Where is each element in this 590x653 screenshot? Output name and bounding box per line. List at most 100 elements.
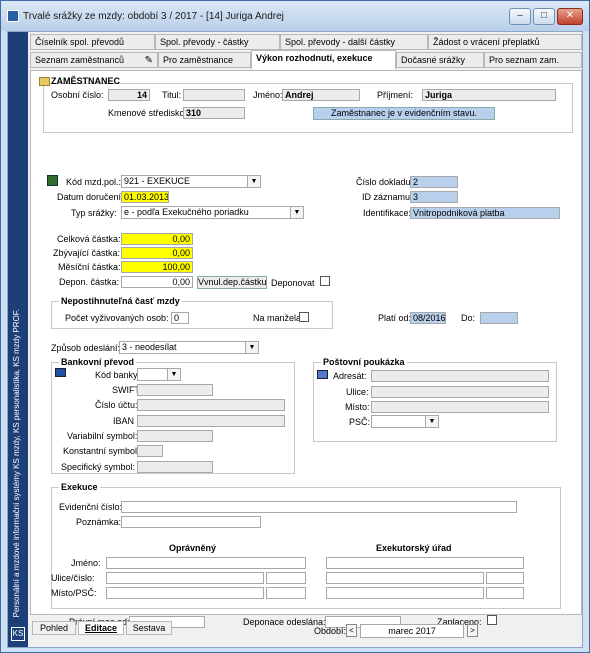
depon-field[interactable]: 0,00 xyxy=(121,276,193,288)
postal-misto-field[interactable] xyxy=(371,401,549,413)
cislo-dokladu-label: Číslo dokladu: xyxy=(356,177,414,187)
opravneny-jmeno-field[interactable] xyxy=(106,557,306,569)
do-label: Do: xyxy=(461,313,476,323)
prijmeni-label: Příjmení: xyxy=(377,90,414,100)
tab-pro-zamestnance[interactable]: Pro zaměstnance xyxy=(158,52,251,68)
identifikace-field[interactable]: Vnitropodniková platba xyxy=(410,207,560,219)
tab-vykon-rozhodnuti[interactable]: Výkon rozhodnutí, exekuce xyxy=(251,50,396,70)
opravneny-misto-label: Místo/PSČ: xyxy=(51,588,97,598)
celkova-label: Celková částka: xyxy=(57,234,121,244)
zpusob-label: Způsob odeslání: xyxy=(51,343,121,353)
konst-symbol-field[interactable] xyxy=(137,445,163,457)
tab-sestava[interactable]: Sestava xyxy=(126,621,172,635)
titul-field[interactable] xyxy=(183,89,245,101)
var-symbol-field[interactable] xyxy=(137,430,213,442)
iban-label: IBAN : xyxy=(113,416,140,426)
deponovat-checkbox[interactable] xyxy=(320,276,330,286)
osobni-cislo-field[interactable]: 14 xyxy=(108,89,150,101)
manzela-checkbox[interactable] xyxy=(299,312,309,322)
mesicni-field[interactable]: 100,00 xyxy=(121,261,193,273)
employee-status-button[interactable]: Zaměstnanec je v evidenčním stavu. xyxy=(313,107,495,120)
cislo-uctu-label: Číslo účtu: xyxy=(95,400,138,410)
urad-psc-field[interactable] xyxy=(486,587,524,599)
zpusob-value: 3 - neodesílat xyxy=(122,342,177,352)
chevron-down-icon: ▼ xyxy=(247,176,260,187)
cislo-uctu-field[interactable] xyxy=(137,399,285,411)
form-panel: ZAMĚSTNANEC Osobní číslo: 14 Titul: Jmén… xyxy=(30,70,582,628)
minimize-button[interactable]: – xyxy=(509,8,531,25)
typ-select[interactable]: e - podľa Exekučného poriadku ▼ xyxy=(121,206,304,219)
celkova-field[interactable]: 0,00 xyxy=(121,233,193,245)
cislo-dokladu-field[interactable]: 2 xyxy=(410,176,458,188)
postal-ulice-field[interactable] xyxy=(371,386,549,398)
prev-period-button[interactable]: < xyxy=(346,624,357,637)
tab-spol-prevody-castky[interactable]: Spol. převody - částky xyxy=(155,34,280,50)
tab-seznam-zamestnancu[interactable]: Seznam zaměstnanců ✎ xyxy=(30,52,158,68)
obdobi-field[interactable]: marec 2017 xyxy=(360,624,464,638)
do-field[interactable] xyxy=(480,312,518,324)
zaplaceno-checkbox[interactable] xyxy=(487,615,497,625)
jmeno-field[interactable]: Andrej xyxy=(282,89,360,101)
vynulovat-button[interactable]: Vvnul.dep.částku xyxy=(197,276,267,289)
identifikace-label: Identifikace: xyxy=(363,208,412,218)
typ-value: e - podľa Exekučného poriadku xyxy=(124,207,249,217)
opravneny-ulice-field[interactable] xyxy=(106,572,264,584)
poznamka-label: Poznámka: xyxy=(76,517,122,527)
adresat-field[interactable] xyxy=(371,370,549,382)
sidebar-text: Personální a mzdové informační systémy K… xyxy=(12,308,21,617)
tab-seznam-label: Seznam zaměstnanců xyxy=(35,55,125,65)
zpusob-select[interactable]: 3 - neodesílat ▼ xyxy=(119,341,259,354)
urad-jmeno-field[interactable] xyxy=(326,557,524,569)
kod-banky-select[interactable]: ▼ xyxy=(137,368,181,381)
psc-select[interactable]: ▼ xyxy=(371,415,439,428)
opravneny-misto-field[interactable] xyxy=(106,587,264,599)
swift-field[interactable] xyxy=(137,384,213,396)
kod-banky-label: Kód banky: xyxy=(95,370,141,380)
tab-pohled[interactable]: Pohled xyxy=(32,621,76,635)
urad-misto-field[interactable] xyxy=(326,587,484,599)
plati-od-field[interactable]: 08/2016 xyxy=(410,312,446,324)
chevron-down-icon: ▼ xyxy=(167,369,180,380)
tab-ciselnik[interactable]: Číselník spol. převodů xyxy=(30,34,155,50)
main-window: Trvalé srážky ze mzdy: období 3 / 2017 -… xyxy=(0,0,590,653)
tab-editace[interactable]: Editace xyxy=(78,621,124,635)
jmeno-label: Jméno: xyxy=(253,90,283,100)
psc-label: PSČ: xyxy=(349,417,371,427)
iban-field[interactable] xyxy=(137,415,285,427)
tab-pro-seznam-zam[interactable]: Pro seznam zam. xyxy=(484,52,582,68)
client-area: Personální a mzdové informační systémy K… xyxy=(7,31,583,648)
evidencni-field[interactable] xyxy=(121,501,517,513)
close-button[interactable]: ✕ xyxy=(557,8,583,25)
id-label: ID záznamu: xyxy=(362,192,413,202)
tab-zadost[interactable]: Žádost o vrácení přeplatků xyxy=(428,34,582,50)
next-period-button[interactable]: > xyxy=(467,624,478,637)
zbyvajici-field[interactable]: 0,00 xyxy=(121,247,193,259)
kod-mzd-select[interactable]: 921 - EXEKUCE ▼ xyxy=(121,175,261,188)
employee-section-title: ZAMĚSTNANEC xyxy=(51,76,120,86)
bank-title: Bankovní převod xyxy=(59,357,137,367)
poznamka-field[interactable] xyxy=(121,516,261,528)
urad-ulice-field[interactable] xyxy=(326,572,484,584)
datum-field[interactable]: 01.03.2013 xyxy=(121,191,169,203)
prijmeni-field[interactable]: Juriga xyxy=(422,89,556,101)
exekutorsky-urad-title: Exekutorský úřad xyxy=(376,543,452,553)
spec-symbol-field[interactable] xyxy=(137,461,213,473)
opravneny-title: Oprávněný xyxy=(169,543,217,553)
obdobi-label: Období: xyxy=(314,626,347,636)
id-field[interactable]: 3 xyxy=(410,191,458,203)
maximize-button[interactable]: □ xyxy=(533,8,555,25)
postal-ulice-label: Ulice: xyxy=(346,387,369,397)
pocet-label: Počet vyživovaných osob: xyxy=(65,313,169,323)
opravneny-psc-field[interactable] xyxy=(266,587,306,599)
pocet-field[interactable]: 0 xyxy=(171,312,189,324)
exekuce-title: Exekuce xyxy=(59,482,100,492)
tab-spol-prevody-dalsi[interactable]: Spol. převody - další částky xyxy=(280,34,428,50)
opravneny-cislo-field[interactable] xyxy=(266,572,306,584)
title-bar[interactable]: Trvalé srážky ze mzdy: období 3 / 2017 -… xyxy=(1,1,589,31)
pencil-icon: ✎ xyxy=(144,55,153,66)
urad-cislo-field[interactable] xyxy=(486,572,524,584)
stredisko-field[interactable]: 310 xyxy=(183,107,245,119)
plati-od-label: Platí od: xyxy=(378,313,412,323)
evidencni-label: Evidenční číslo: xyxy=(59,502,123,512)
tab-docasne-srazky[interactable]: Dočasné srážky xyxy=(396,52,484,68)
